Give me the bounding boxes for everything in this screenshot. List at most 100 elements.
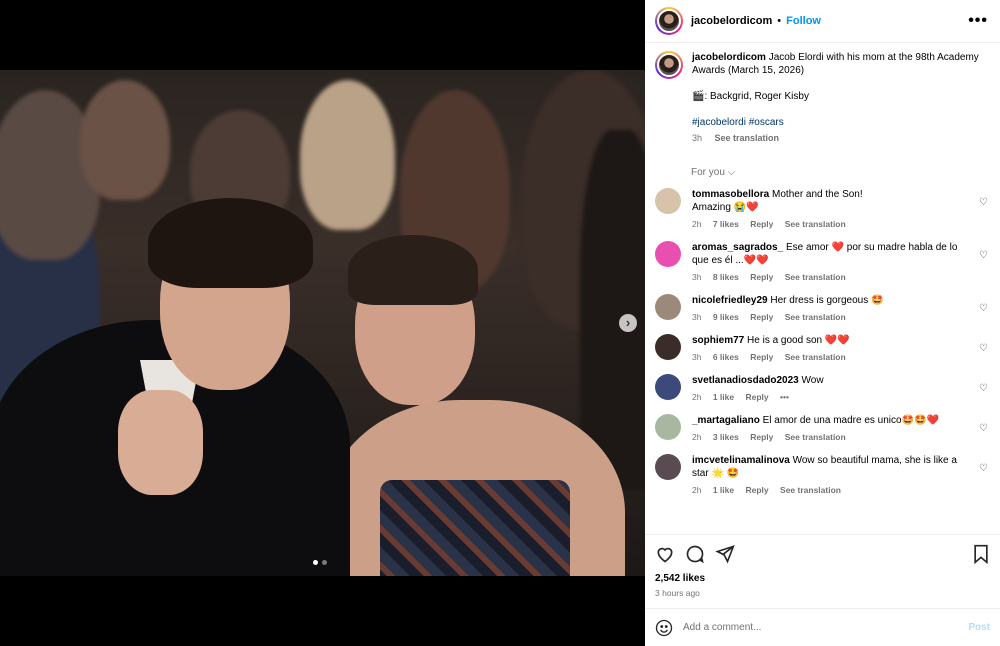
comment-time[interactable]: 3h <box>692 352 701 362</box>
comment-likes[interactable]: 6 likes <box>713 352 739 362</box>
commenter-avatar[interactable] <box>655 241 681 267</box>
comment-time[interactable]: 2h <box>692 392 701 402</box>
comment-likes[interactable]: 1 like <box>713 392 734 402</box>
comment-text: Wow <box>801 375 824 386</box>
comment-likes[interactable]: 1 like <box>713 485 734 495</box>
comment-like-heart-icon[interactable]: ♡ <box>979 343 988 354</box>
carousel-dot-active <box>313 560 318 565</box>
reply-button[interactable]: Reply <box>750 219 773 229</box>
caption-body: jacobelordicom Jacob Elordi with his mom… <box>692 51 982 145</box>
author-avatar[interactable] <box>655 7 683 35</box>
comment-like-heart-icon[interactable]: ♡ <box>979 463 988 474</box>
photo-man-hand <box>118 390 203 495</box>
commenter-avatar[interactable] <box>655 454 681 480</box>
comment-like-heart-icon[interactable]: ♡ <box>979 303 988 314</box>
author-username[interactable]: jacobelordicom <box>691 15 772 27</box>
comment-meta: 2h 7 likes Reply See translation <box>692 218 970 231</box>
comment-meta: 3h 6 likes Reply See translation <box>692 351 970 364</box>
like-heart-icon[interactable] <box>655 544 675 564</box>
reply-button[interactable]: Reply <box>750 312 773 322</box>
add-comment-bar: Post <box>645 608 1000 646</box>
caption-username[interactable]: jacobelordicom <box>692 52 766 63</box>
post-sidebar: jacobelordicom • Follow ••• jacobelordic… <box>645 0 1000 646</box>
comment-likes[interactable]: 9 likes <box>713 312 739 322</box>
commenter-username[interactable]: tommasobellora <box>692 189 769 200</box>
comment-extra-link[interactable]: See translation <box>785 312 846 322</box>
comments-scroll-area[interactable]: jacobelordicom Jacob Elordi with his mom… <box>645 43 1000 534</box>
comment-bubble-icon[interactable] <box>685 544 705 564</box>
comment-extra-link[interactable]: See translation <box>785 219 846 229</box>
caption-time[interactable]: 3h <box>692 133 702 143</box>
commenter-username[interactable]: aromas_sagrados_ <box>692 242 783 253</box>
comment-item: aromas_sagrados_ Ese amor ❤️ por su madr… <box>655 241 990 284</box>
comment-body: _martagaliano El amor de una madre es un… <box>692 414 970 444</box>
more-options-icon[interactable]: ••• <box>968 12 988 30</box>
post-timestamp[interactable]: 3 hours ago <box>655 588 990 598</box>
commenter-avatar[interactable] <box>655 334 681 360</box>
commenter-username[interactable]: sophiem77 <box>692 335 744 346</box>
comment-text: El amor de una madre es unico🤩🤩❤️ <box>762 415 939 426</box>
reply-button[interactable]: Reply <box>746 485 769 495</box>
comment-time[interactable]: 2h <box>692 432 701 442</box>
save-bookmark-icon[interactable] <box>972 544 990 564</box>
for-you-filter[interactable]: For you ⌵ <box>691 167 990 178</box>
comment-extra-link[interactable]: See translation <box>785 272 846 282</box>
see-translation-link[interactable]: See translation <box>715 133 780 143</box>
comment-meta: 3h 9 likes Reply See translation <box>692 311 970 324</box>
comment-like-heart-icon[interactable]: ♡ <box>979 423 988 434</box>
comment-extra-link[interactable]: See translation <box>785 432 846 442</box>
emoji-icon[interactable] <box>655 619 673 637</box>
comment-meta: 2h 3 likes Reply See translation <box>692 431 970 444</box>
commenter-avatar[interactable] <box>655 414 681 440</box>
post-actions: 2,542 likes 3 hours ago <box>645 534 1000 598</box>
comment-time[interactable]: 2h <box>692 219 701 229</box>
comment-body: tommasobellora Mother and the Son! Amazi… <box>692 188 970 231</box>
commenter-username[interactable]: svetlanadiosdado2023 <box>692 375 799 386</box>
reply-button[interactable]: Reply <box>750 352 773 362</box>
photo-crowd-shape <box>300 80 395 230</box>
commenter-avatar[interactable] <box>655 374 681 400</box>
post-caption: jacobelordicom Jacob Elordi with his mom… <box>655 51 990 145</box>
follow-button[interactable]: Follow <box>786 15 821 27</box>
reply-button[interactable]: Reply <box>750 272 773 282</box>
caption-meta: 3h See translation <box>692 132 982 145</box>
comment-likes[interactable]: 8 likes <box>713 272 739 282</box>
comment-item: svetlanadiosdado2023 Wow 2h 1 like Reply… <box>655 374 990 404</box>
comment-extra-link[interactable]: ••• <box>780 392 789 402</box>
post-photo[interactable] <box>0 70 645 576</box>
commenter-avatar[interactable] <box>655 188 681 214</box>
comment-time[interactable]: 3h <box>692 312 701 322</box>
post-header: jacobelordicom • Follow ••• <box>645 0 1000 43</box>
share-paper-plane-icon[interactable] <box>715 544 735 564</box>
commenter-username[interactable]: nicolefriedley29 <box>692 295 768 306</box>
comment-time[interactable]: 2h <box>692 485 701 495</box>
comment-like-heart-icon[interactable]: ♡ <box>979 383 988 394</box>
comment-like-heart-icon[interactable]: ♡ <box>979 250 988 261</box>
post-comment-button[interactable]: Post <box>968 622 990 633</box>
comment-input[interactable] <box>683 622 969 633</box>
comment-likes[interactable]: 3 likes <box>713 432 739 442</box>
comment-likes[interactable]: 7 likes <box>713 219 739 229</box>
caption-hashtags[interactable]: #jacobelordi #oscars <box>692 116 982 129</box>
action-icons <box>655 543 990 565</box>
commenter-avatar[interactable] <box>655 294 681 320</box>
reply-button[interactable]: Reply <box>750 432 773 442</box>
comment-time[interactable]: 3h <box>692 272 701 282</box>
avatar-image <box>657 53 681 77</box>
comment-like-heart-icon[interactable]: ♡ <box>979 197 988 208</box>
comment-text: Her dress is gorgeous 🤩 <box>770 295 884 306</box>
comments-list: tommasobellora Mother and the Son! Amazi… <box>655 188 990 497</box>
photo-woman-hair <box>348 235 478 305</box>
photo-dress <box>380 480 570 576</box>
comment-body: imcvetelinamalinova Wow so beautiful mam… <box>692 454 970 497</box>
photo-man-hair <box>148 198 313 288</box>
likes-count[interactable]: 2,542 likes <box>655 573 990 584</box>
carousel-next-button[interactable]: › <box>619 314 637 332</box>
commenter-username[interactable]: imcvetelinamalinova <box>692 455 790 466</box>
commenter-username[interactable]: _martagaliano <box>692 415 760 426</box>
reply-button[interactable]: Reply <box>746 392 769 402</box>
caption-avatar[interactable] <box>655 51 683 79</box>
comment-extra-link[interactable]: See translation <box>785 352 846 362</box>
comment-extra-link[interactable]: See translation <box>780 485 841 495</box>
comment-body: nicolefriedley29 Her dress is gorgeous 🤩… <box>692 294 970 324</box>
